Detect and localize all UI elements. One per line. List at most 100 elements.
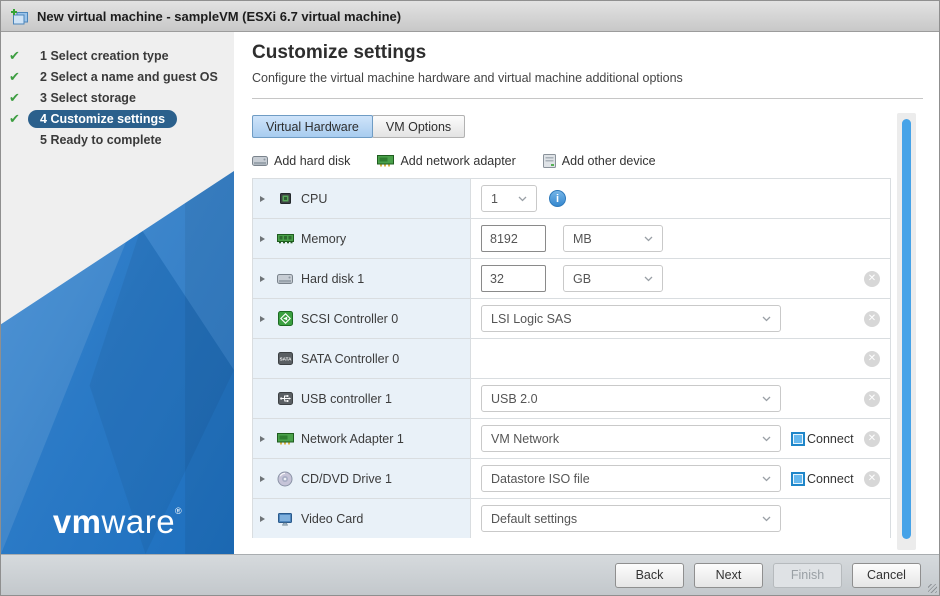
- other-device-icon: [543, 154, 556, 168]
- row-label: Memory: [301, 232, 346, 246]
- info-icon[interactable]: i: [549, 190, 566, 207]
- resize-grip[interactable]: [928, 584, 937, 593]
- memory-unit-select[interactable]: MB: [563, 225, 663, 252]
- expand-arrow-icon[interactable]: [260, 316, 269, 322]
- sidebar-item-select-storage[interactable]: ✔ 3 Select storage: [9, 87, 228, 108]
- cancel-button[interactable]: Cancel: [852, 563, 921, 588]
- check-icon: ✔: [9, 69, 28, 85]
- window-title: New virtual machine - sampleVM (ESXi 6.7…: [37, 9, 401, 24]
- vertical-scrollbar[interactable]: [897, 113, 916, 550]
- finish-button[interactable]: Finish: [773, 563, 842, 588]
- row-label: SCSI Controller 0: [301, 312, 398, 326]
- memory-size-input[interactable]: [481, 225, 546, 252]
- cd-dvd-source-select[interactable]: Datastore ISO file: [481, 465, 781, 492]
- table-row-usb-controller-1: USB controller 1 USB 2.0 ✕: [252, 379, 891, 419]
- network-adapter-icon: [276, 433, 294, 445]
- row-label: Video Card: [301, 512, 363, 526]
- expand-arrow-icon[interactable]: [260, 196, 269, 202]
- network-connect-checkbox[interactable]: Connect: [791, 432, 854, 446]
- step-label: Ready to complete: [50, 133, 161, 147]
- disk-unit-select[interactable]: GB: [563, 265, 663, 292]
- expand-arrow-icon[interactable]: [260, 436, 269, 442]
- network-select[interactable]: VM Network: [481, 425, 781, 452]
- svg-text:SATA: SATA: [279, 357, 292, 362]
- add-network-adapter-button[interactable]: Add network adapter: [377, 154, 515, 168]
- cpu-icon: [276, 191, 294, 206]
- usb-version-select[interactable]: USB 2.0: [481, 385, 781, 412]
- next-button[interactable]: Next: [694, 563, 763, 588]
- add-other-device-label: Add other device: [562, 154, 656, 168]
- add-hard-disk-button[interactable]: Add hard disk: [252, 154, 350, 168]
- sidebar-item-select-name-guest-os[interactable]: ✔ 2 Select a name and guest OS: [9, 66, 228, 87]
- hardware-table: CPU 1 i: [252, 178, 891, 538]
- remove-device-icon[interactable]: ✕: [864, 391, 880, 407]
- usb-controller-icon: [276, 391, 294, 406]
- tab-virtual-hardware[interactable]: Virtual Hardware: [252, 115, 373, 138]
- step-number: 2: [40, 70, 47, 84]
- cd-dvd-connect-checkbox[interactable]: Connect: [791, 472, 854, 486]
- back-button[interactable]: Back: [615, 563, 684, 588]
- hard-disk-icon: [252, 155, 268, 167]
- row-label: USB controller 1: [301, 392, 392, 406]
- device-toolbar: Add hard disk Add network adapter: [252, 149, 939, 172]
- video-card-select[interactable]: Default settings: [481, 505, 781, 532]
- add-hard-disk-label: Add hard disk: [274, 154, 350, 168]
- step-label: Select storage: [50, 91, 135, 105]
- row-label: CD/DVD Drive 1: [301, 472, 392, 486]
- checkbox-checked-icon: [791, 472, 805, 486]
- expand-arrow-icon[interactable]: [260, 476, 269, 482]
- sidebar-item-select-creation-type[interactable]: ✔ 1 Select creation type: [9, 45, 228, 66]
- add-other-device-button[interactable]: Add other device: [543, 154, 656, 168]
- step-number: 4: [40, 112, 47, 126]
- sidebar-item-customize-settings[interactable]: ✔ 4 Customize settings: [9, 108, 228, 129]
- cpu-count-select[interactable]: 1: [481, 185, 537, 212]
- table-row-memory: Memory MB: [252, 219, 891, 259]
- remove-device-icon[interactable]: ✕: [864, 271, 880, 287]
- expand-arrow-icon[interactable]: [260, 276, 269, 282]
- wizard-footer: Back Next Finish Cancel: [1, 554, 939, 595]
- remove-device-icon[interactable]: ✕: [864, 351, 880, 367]
- header-divider: [252, 98, 923, 99]
- tab-vm-options[interactable]: VM Options: [372, 115, 465, 138]
- table-row-scsi-controller-0: SCSI Controller 0 LSI Logic SAS ✕: [252, 299, 891, 339]
- vmware-logo: vmware®: [1, 505, 234, 538]
- table-row-network-adapter-1: Network Adapter 1 VM Network Connect: [252, 419, 891, 459]
- remove-device-icon[interactable]: ✕: [864, 311, 880, 327]
- table-row-video-card: Video Card Default settings: [252, 499, 891, 538]
- sata-controller-icon: SATA: [276, 351, 294, 366]
- add-network-adapter-label: Add network adapter: [400, 154, 515, 168]
- main-panel: Customize settings Configure the virtual…: [234, 32, 939, 554]
- step-number: 3: [40, 91, 47, 105]
- step-number: 1: [40, 49, 47, 63]
- table-row-cpu: CPU 1 i: [252, 179, 891, 219]
- checkbox-checked-icon: [791, 432, 805, 446]
- title-bar: New virtual machine - sampleVM (ESXi 6.7…: [1, 1, 939, 32]
- remove-device-icon[interactable]: ✕: [864, 431, 880, 447]
- scrollbar-thumb[interactable]: [902, 119, 911, 539]
- step-label: Select a name and guest OS: [50, 70, 217, 84]
- expand-arrow-icon[interactable]: [260, 236, 269, 242]
- expand-arrow-icon[interactable]: [260, 516, 269, 522]
- memory-icon: [276, 232, 294, 245]
- page-title: Customize settings: [234, 32, 939, 63]
- sidebar-item-ready-to-complete[interactable]: 5 Ready to complete: [9, 129, 228, 150]
- step-number: 5: [40, 133, 47, 147]
- new-vm-wizard-dialog: New virtual machine - sampleVM (ESXi 6.7…: [0, 0, 940, 596]
- disk-size-input[interactable]: [481, 265, 546, 292]
- scsi-controller-icon: [276, 311, 294, 326]
- table-row-sata-controller-0: SATA SATA Controller 0 ✕: [252, 339, 891, 379]
- row-label: Hard disk 1: [301, 272, 364, 286]
- network-adapter-icon: [377, 155, 394, 167]
- remove-device-icon[interactable]: ✕: [864, 471, 880, 487]
- video-card-icon: [276, 512, 294, 526]
- new-vm-icon: [10, 8, 29, 25]
- check-icon: ✔: [9, 48, 28, 64]
- hard-disk-icon: [276, 273, 294, 285]
- table-row-hard-disk-1: Hard disk 1 GB ✕: [252, 259, 891, 299]
- row-label: Network Adapter 1: [301, 432, 404, 446]
- wizard-steps-sidebar: ✔ 1 Select creation type ✔ 2 Select a na…: [1, 32, 234, 554]
- check-icon: ✔: [9, 111, 28, 127]
- settings-tabs: Virtual Hardware VM Options: [252, 115, 939, 138]
- scsi-type-select[interactable]: LSI Logic SAS: [481, 305, 781, 332]
- table-row-cd-dvd-drive-1: CD/DVD Drive 1 Datastore ISO file Connec…: [252, 459, 891, 499]
